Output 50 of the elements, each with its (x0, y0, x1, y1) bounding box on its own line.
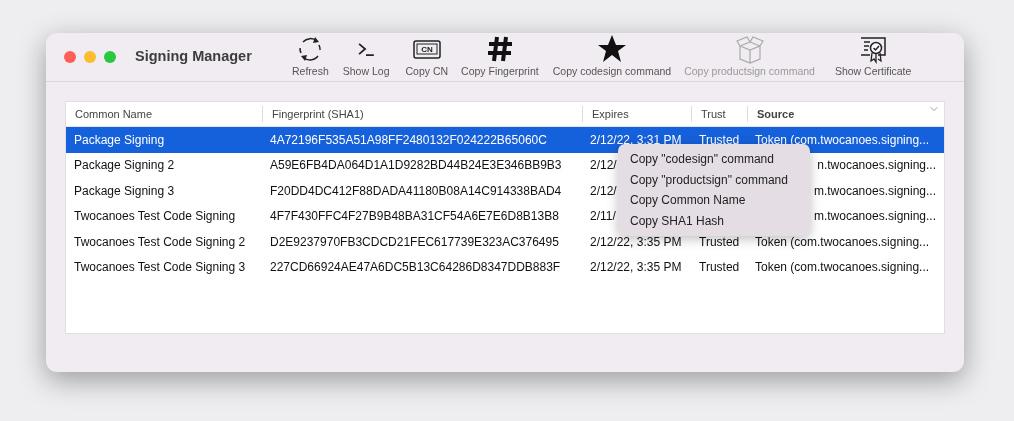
table-cell-text: m.twocanoes.signing... (813, 182, 936, 200)
table-cell-text: 2/12/ (589, 157, 617, 175)
toolbar-button[interactable]: Refresh (292, 34, 329, 80)
toolbar-button[interactable]: Show Log (342, 34, 390, 80)
table-cell-text: Token (com.twocanoes.signing... (754, 233, 930, 251)
table-cell-text: Trusted (698, 131, 740, 149)
certificate-icon (858, 34, 889, 65)
table-cell-text: n.twocanoes.signing... (817, 157, 936, 175)
table-cell-text: Twocanoes Test Code Signing 3 (73, 259, 246, 277)
column-header[interactable]: Common Name (66, 106, 262, 122)
column-header[interactable]: Source (747, 106, 944, 122)
column-header[interactable]: Trust (691, 106, 747, 122)
toolbar-button[interactable]: Copy Fingerprint (461, 34, 539, 80)
menu-item[interactable]: Copy "codesign" command (618, 149, 810, 170)
table-cell-text: Package Signing 2 (73, 157, 175, 175)
window-control-button[interactable] (104, 51, 116, 63)
table-cell-text: D2E9237970FB3CDCD21FEC617739E323AC376495 (269, 233, 559, 251)
table-cell-text: Token (com.twocanoes.signing... (754, 259, 930, 277)
table-cell-text: Twocanoes Test Code Signing (73, 208, 236, 226)
star-icon (596, 34, 627, 65)
box-icon (734, 34, 765, 65)
table-cell-text: 4A72196F535A51A98FF2480132F024222B65060C (269, 131, 547, 149)
table-cell-text: Twocanoes Test Code Signing 2 (73, 233, 246, 251)
table-cell-text: 227CD66924AE47A6DC5B13C64286D8347DDB883F (269, 259, 561, 277)
table-cell-text: Trusted (698, 259, 740, 277)
table-cell-text: 2/12/22, 3:31 PM (589, 131, 682, 149)
window-control-button[interactable] (84, 51, 96, 63)
menu-item[interactable]: Copy Common Name (618, 190, 810, 211)
menu-item[interactable]: Copy "productsign" command (618, 169, 810, 190)
table-cell-text: Token (com.twocanoes.signing... (754, 131, 930, 149)
toolbar-button[interactable]: Show Certificate (834, 34, 912, 80)
table-cell-text: Package Signing (73, 131, 165, 149)
table-cell-text: m.twocanoes.signing... (813, 208, 936, 226)
table-cell-text: 4F7F430FFC4F27B9B48BA31CF54A6E7E6D8B13B8 (269, 208, 559, 226)
table-cell-text: 2/12/22, 3:35 PM (589, 259, 682, 277)
menu-item[interactable]: Copy SHA1 Hash (618, 210, 810, 231)
window-title: Signing Manager (135, 47, 253, 67)
column-header[interactable]: Fingerprint (SHA1) (262, 106, 582, 122)
chevron-icon (930, 106, 938, 112)
window-control-button[interactable] (64, 51, 76, 63)
column-header[interactable]: Expires (582, 106, 691, 122)
table-cell-text: F20DD4DC412F88DADA41180B08A14C914338BAD4 (269, 182, 562, 200)
table-cell-text: Trusted (698, 233, 740, 251)
table-cell-text: 2/11/ (589, 208, 616, 226)
table-cell-text: 2/12/ (589, 182, 617, 200)
toolbar-button[interactable]: Copy codesign command (552, 34, 672, 80)
toolbar-button[interactable]: CN Copy CN (405, 34, 449, 80)
table-cell-text: Package Signing 3 (73, 182, 175, 200)
table-cell-text: 2/12/22, 3:35 PM (589, 233, 682, 251)
table-cell-text: A59E6FB4DA064D1A1D9282BD44B24E3E346BB9B3 (269, 157, 562, 175)
